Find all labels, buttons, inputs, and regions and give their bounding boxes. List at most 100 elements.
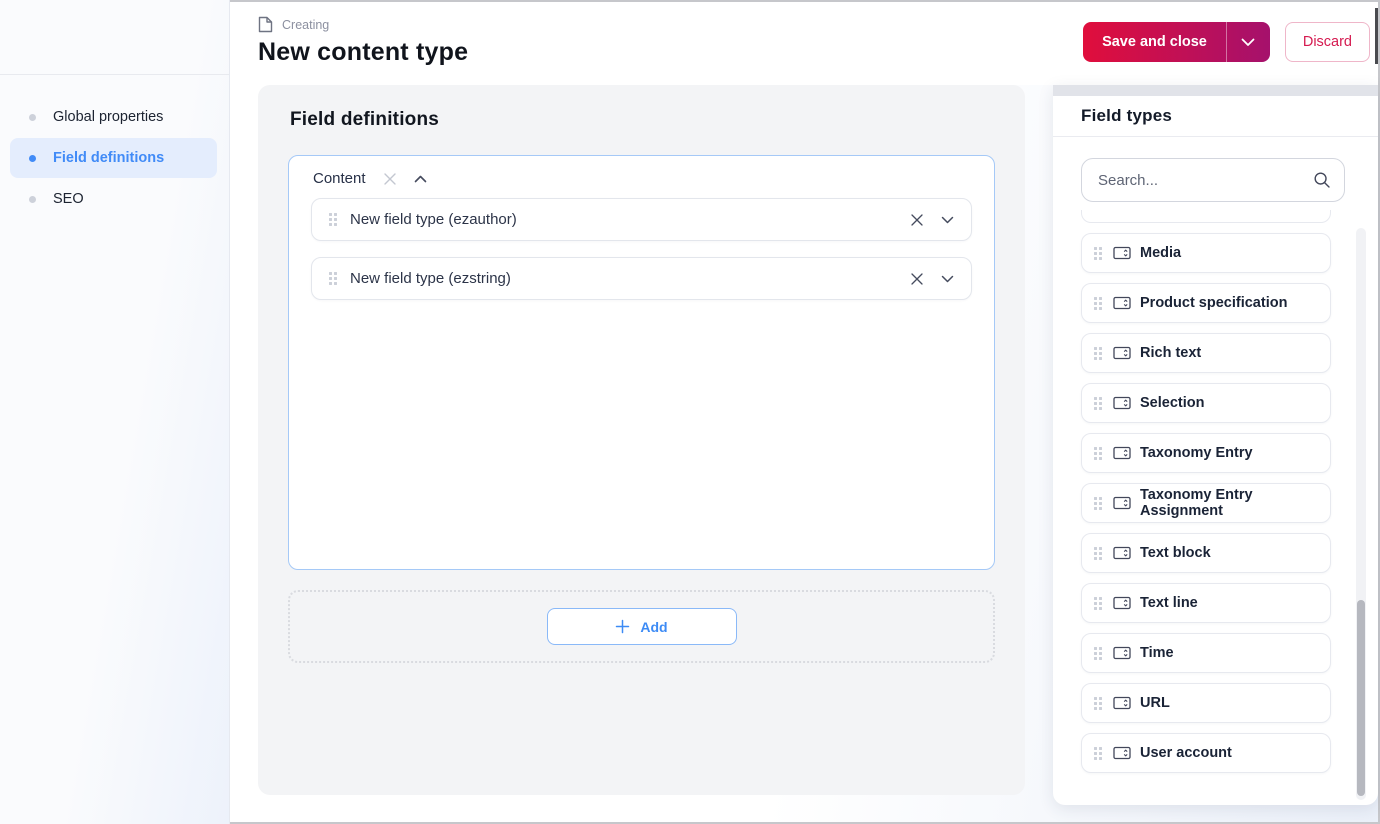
close-icon xyxy=(911,272,923,285)
field-remove-button[interactable] xyxy=(910,213,924,227)
sidebar-top-spacer xyxy=(0,0,229,75)
content-group-header: Content xyxy=(311,156,972,198)
drag-handle-icon[interactable] xyxy=(1094,346,1102,360)
add-button-label: Add xyxy=(640,618,668,635)
input-field-icon xyxy=(1113,296,1131,310)
content-type-editor-window: Global properties Field definitions SEO xyxy=(0,0,1380,824)
drag-handle-icon[interactable] xyxy=(1094,746,1102,760)
save-and-close-button[interactable]: Save and close xyxy=(1083,22,1226,62)
panel-scrollbar-track[interactable] xyxy=(1356,228,1366,800)
field-type-label: User account xyxy=(1140,745,1232,761)
field-type-label: Time xyxy=(1140,645,1174,661)
sidebar-item-label: Global properties xyxy=(53,109,164,125)
drag-handle-icon[interactable] xyxy=(1094,246,1102,260)
field-row-label: New field type (ezauthor) xyxy=(350,211,517,228)
section-title: Field definitions xyxy=(290,109,440,130)
field-type-label: Selection xyxy=(1140,395,1205,411)
drag-handle-icon[interactable] xyxy=(1094,596,1102,610)
drag-handle-icon[interactable] xyxy=(1094,546,1102,560)
input-field-icon xyxy=(1113,746,1131,760)
group-remove-button[interactable] xyxy=(383,172,397,186)
drag-handle-icon[interactable] xyxy=(1094,696,1102,710)
field-row-actions xyxy=(910,213,954,227)
title-block: Creating New content type xyxy=(258,2,468,85)
discard-button[interactable]: Discard xyxy=(1284,22,1370,62)
chevron-down-icon xyxy=(1241,38,1255,46)
add-field-button[interactable]: Add xyxy=(546,608,737,645)
sidebar-item-field-definitions[interactable]: Field definitions xyxy=(10,138,217,178)
panel-grip xyxy=(1053,85,1378,96)
drag-handle-icon[interactable] xyxy=(1094,446,1102,460)
input-field-icon xyxy=(1113,596,1131,610)
close-icon xyxy=(383,172,396,185)
add-drop-zone: Add xyxy=(288,590,995,663)
field-expand-button[interactable] xyxy=(941,216,954,224)
field-type-card-time[interactable]: Time xyxy=(1081,633,1331,673)
content-region: Field definitions Content New field type… xyxy=(230,85,1378,822)
field-type-label: Product specification xyxy=(1140,295,1288,311)
nav-bullet-icon xyxy=(29,154,36,162)
sidebar-item-label: Field definitions xyxy=(53,150,165,166)
field-type-card-url[interactable]: URL xyxy=(1081,683,1331,723)
field-remove-button[interactable] xyxy=(910,272,924,286)
field-type-label: Taxonomy Entry xyxy=(1140,445,1253,461)
drag-handle-icon[interactable] xyxy=(329,213,337,226)
sidebar-item-seo[interactable]: SEO xyxy=(10,179,217,219)
field-definition-row: New field type (ezauthor) xyxy=(311,198,972,241)
field-type-card-media[interactable]: Media xyxy=(1081,233,1331,273)
field-type-label: Media xyxy=(1140,245,1182,261)
field-type-card-selection[interactable]: Selection xyxy=(1081,383,1331,423)
field-type-list: Media Product specification Rich text Se… xyxy=(1081,233,1378,773)
field-type-card-product-specification[interactable]: Product specification xyxy=(1081,283,1331,323)
field-type-label: Text block xyxy=(1140,545,1211,561)
top-header: Creating New content type Save and close… xyxy=(230,2,1378,85)
kicker-label: Creating xyxy=(282,17,330,32)
input-field-icon xyxy=(1113,646,1131,660)
group-label: Content xyxy=(313,170,366,187)
field-type-card-taxonomy-entry[interactable]: Taxonomy Entry xyxy=(1081,433,1331,473)
drag-handle-icon[interactable] xyxy=(1094,396,1102,410)
nav-bullet-icon xyxy=(29,195,36,203)
field-type-card-text-line[interactable]: Text line xyxy=(1081,583,1331,623)
input-field-icon xyxy=(1113,246,1131,260)
page-title: New content type xyxy=(258,38,469,66)
field-row-label: New field type (ezstring) xyxy=(350,270,511,287)
drag-handle-icon[interactable] xyxy=(1094,646,1102,660)
field-type-card-rich-text[interactable]: Rich text xyxy=(1081,333,1331,373)
field-expand-button[interactable] xyxy=(941,275,954,283)
content-group-box: Content New field type (ezauthor) New fi… xyxy=(288,155,995,570)
drag-handle-icon[interactable] xyxy=(329,272,337,285)
page-scrollbar-thumb[interactable] xyxy=(1375,8,1378,64)
header-actions: Save and close Discard xyxy=(1083,2,1370,85)
field-types-title: Field types xyxy=(1053,96,1378,137)
drag-handle-icon[interactable] xyxy=(1094,496,1102,510)
field-type-card-user-account[interactable]: User account xyxy=(1081,733,1331,773)
save-options-caret-button[interactable] xyxy=(1225,22,1270,62)
chevron-up-icon xyxy=(414,175,426,182)
input-field-icon xyxy=(1113,546,1131,560)
scrolled-card-sliver xyxy=(1081,210,1331,223)
search-input[interactable] xyxy=(1098,171,1313,189)
field-type-label: URL xyxy=(1140,695,1170,711)
save-split-button: Save and close xyxy=(1083,22,1270,62)
field-row-actions xyxy=(910,272,954,286)
field-definitions-panel: Field definitions Content New field type… xyxy=(258,85,1025,795)
search-icon xyxy=(1313,171,1331,189)
panel-scrollbar-thumb[interactable] xyxy=(1357,600,1365,796)
field-type-card-taxonomy-entry-assignment[interactable]: Taxonomy Entry Assignment xyxy=(1081,483,1331,523)
sidebar-item-global-properties[interactable]: Global properties xyxy=(10,97,217,137)
chevron-down-icon xyxy=(941,216,954,223)
field-types-panel: Field types Media xyxy=(1053,85,1378,805)
field-row-list: New field type (ezauthor) New field type… xyxy=(311,198,972,300)
sidebar-item-label: SEO xyxy=(53,191,84,207)
field-type-label: Taxonomy Entry Assignment xyxy=(1140,487,1253,519)
plus-icon xyxy=(616,619,630,634)
group-collapse-button[interactable] xyxy=(414,175,427,183)
kicker-row: Creating xyxy=(258,16,468,33)
field-type-card-text-block[interactable]: Text block xyxy=(1081,533,1331,573)
drag-handle-icon[interactable] xyxy=(1094,296,1102,310)
field-type-label: Rich text xyxy=(1140,345,1202,361)
chevron-down-icon xyxy=(941,275,954,282)
input-field-icon xyxy=(1113,496,1131,510)
close-icon xyxy=(911,213,923,226)
